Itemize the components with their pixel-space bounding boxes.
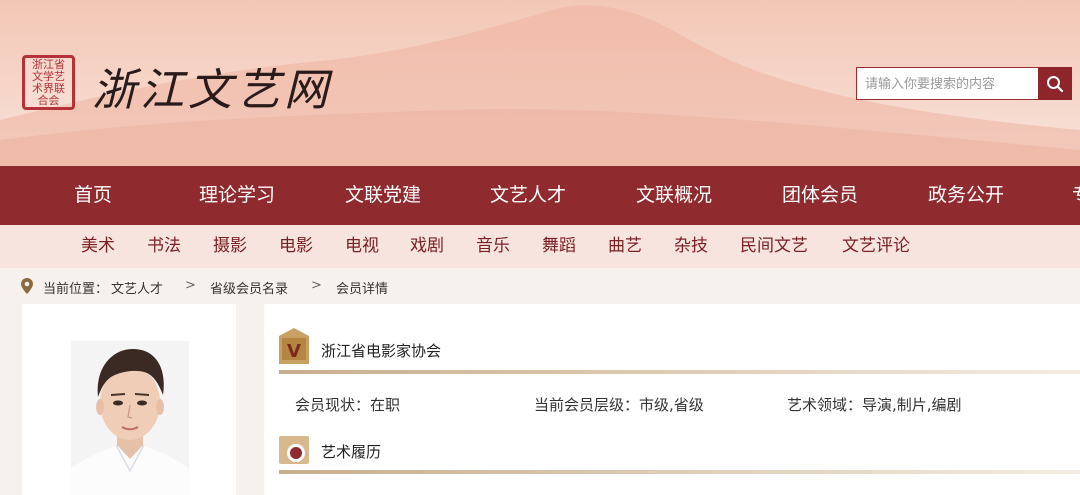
badge-letter: V <box>287 341 301 362</box>
subnav-calligraphy[interactable]: 书法 <box>147 225 181 268</box>
site-logo-title[interactable]: 浙江文艺网 <box>92 54 332 116</box>
nav-members[interactable]: 团体会员 <box>782 166 858 225</box>
seal-text: 浙江省文学艺术界联合会 <box>32 57 65 107</box>
subnav-folk-art[interactable]: 民间文艺 <box>740 225 808 268</box>
member-photo <box>71 341 189 495</box>
subnav-photography[interactable]: 摄影 <box>213 225 247 268</box>
member-detail: V 浙江省电影家协会 会员现状：在职 当前会员层级：市级,省级 艺术领域：导演,… <box>264 304 1080 495</box>
field-value: 导演,制片,编剧 <box>862 396 962 414</box>
search-icon <box>1047 75 1064 92</box>
section-divider <box>279 370 1080 374</box>
subnav-music[interactable]: 音乐 <box>476 225 510 268</box>
art-field: 艺术领域：导演,制片,编剧 <box>787 394 962 415</box>
portrait-image <box>71 341 189 495</box>
subnav-film[interactable]: 电影 <box>279 225 313 268</box>
nav-theory[interactable]: 理论学习 <box>199 166 275 225</box>
subnav-acrobatics[interactable]: 杂技 <box>674 225 708 268</box>
breadcrumb: 当前位置： 文艺人才 > 省级会员名录 > 会员详情 <box>0 268 1080 304</box>
sub-nav: 美术 书法 摄影 电影 电视 戏剧 音乐 舞蹈 曲艺 杂技 民间文艺 文艺评论 <box>0 225 1080 268</box>
status-label: 会员现状： <box>295 396 371 414</box>
subnav-fine-art[interactable]: 美术 <box>81 225 115 268</box>
nav-affairs[interactable]: 政务公开 <box>928 166 1004 225</box>
breadcrumb-prefix: 当前位置： <box>43 282 109 297</box>
breadcrumb-talent[interactable]: 文艺人才 <box>111 278 163 297</box>
breadcrumb-separator: > <box>311 278 322 293</box>
subnav-criticism[interactable]: 文艺评论 <box>842 225 910 268</box>
section-divider <box>279 470 1080 474</box>
resume-section-icon <box>279 436 309 464</box>
subnav-tv[interactable]: 电视 <box>345 225 379 268</box>
main-nav: 首页 理论学习 文联党建 文艺人才 文联概况 团体会员 政务公开 专 <box>0 166 1080 225</box>
location-pin-icon <box>21 278 33 294</box>
subnav-quyi[interactable]: 曲艺 <box>608 225 642 268</box>
nav-overview[interactable]: 文联概况 <box>636 166 712 225</box>
association-name: 浙江省电影家协会 <box>321 342 442 360</box>
level-label: 当前会员层级： <box>534 396 640 414</box>
site-header: 浙江省文学艺术界联合会 浙江文艺网 <box>0 0 1080 166</box>
search-input[interactable] <box>856 67 1038 100</box>
logo-seal: 浙江省文学艺术界联合会 <box>22 55 75 110</box>
subnav-drama[interactable]: 戏剧 <box>410 225 444 268</box>
breadcrumb-current: 会员详情 <box>336 282 389 297</box>
search-button[interactable] <box>1038 67 1072 100</box>
status-value: 在职 <box>370 396 401 414</box>
member-level: 当前会员层级：市级,省级 <box>534 394 704 415</box>
nav-special[interactable]: 专 <box>1072 166 1080 225</box>
member-status: 会员现状：在职 <box>295 394 400 415</box>
field-label: 艺术领域： <box>787 396 863 414</box>
resume-title: 艺术履历 <box>321 443 382 461</box>
nav-party[interactable]: 文联党建 <box>345 166 421 225</box>
badge-v-icon: V <box>279 328 309 364</box>
nav-talent[interactable]: 文艺人才 <box>490 166 566 225</box>
breadcrumb-separator: > <box>185 278 196 293</box>
level-value: 市级,省级 <box>639 396 704 414</box>
member-photo-card <box>22 304 236 495</box>
search-box <box>856 67 1072 100</box>
subnav-dance[interactable]: 舞蹈 <box>542 225 576 268</box>
breadcrumb-member-list[interactable]: 省级会员名录 <box>210 278 288 297</box>
nav-home[interactable]: 首页 <box>74 166 112 225</box>
